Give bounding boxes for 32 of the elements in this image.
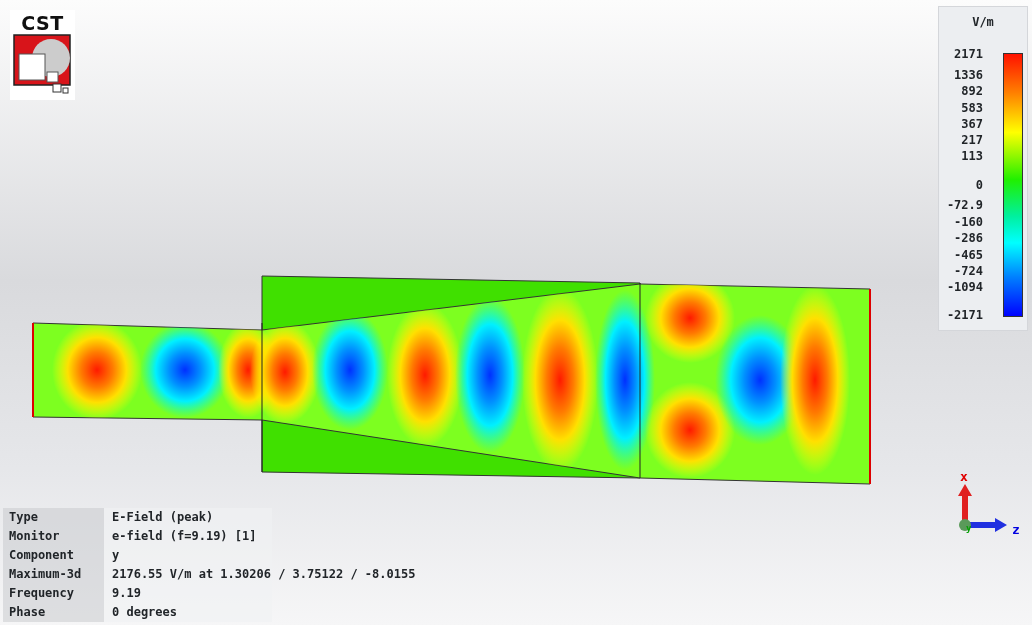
scale-tick-label: 113: [961, 149, 983, 163]
logo-text: CST: [21, 12, 64, 34]
info-value: 9.19: [112, 586, 141, 600]
info-label: Monitor: [3, 527, 104, 546]
info-value: 0 degrees: [112, 605, 178, 619]
scale-tick-label: 0: [975, 178, 983, 192]
info-label: Phase: [3, 603, 104, 622]
axis-label: y: [966, 522, 972, 535]
info-label: Type: [3, 508, 104, 527]
scale-tick-label: -286: [954, 231, 983, 245]
axis-label: z: [1012, 521, 1020, 539]
scale-tick-label: 1336: [954, 68, 983, 82]
scale-tick-label: 217: [961, 133, 983, 147]
info-value: e-field (f=9.19) [1]: [112, 529, 257, 543]
scale-tick-label: 367: [961, 117, 983, 131]
info-label: Component: [3, 546, 104, 565]
scale-tick-label: -2171: [946, 308, 983, 322]
scale-tick-label: -160: [954, 215, 983, 229]
scale-tick-label: -72.9: [946, 198, 983, 212]
info-label: Maximum-3d: [3, 565, 104, 584]
scale-tick-label: 2171: [954, 47, 983, 61]
scale-tick-label: -724: [954, 264, 983, 278]
scale-tick-label: -465: [954, 248, 983, 262]
axis-label: x: [960, 468, 968, 486]
info-label: Frequency: [3, 584, 104, 603]
scale-tick-label: -1094: [946, 280, 983, 294]
info-value: y: [112, 548, 120, 562]
scale-tick-label: 892: [961, 84, 983, 98]
info-value: E-Field (peak): [112, 510, 214, 524]
scale-tick-label: 583: [961, 101, 983, 115]
info-value: 2176.55 V/m at 1.30206 / 3.75122 / -8.0155: [112, 567, 416, 581]
unit-label: V/m: [971, 14, 995, 31]
